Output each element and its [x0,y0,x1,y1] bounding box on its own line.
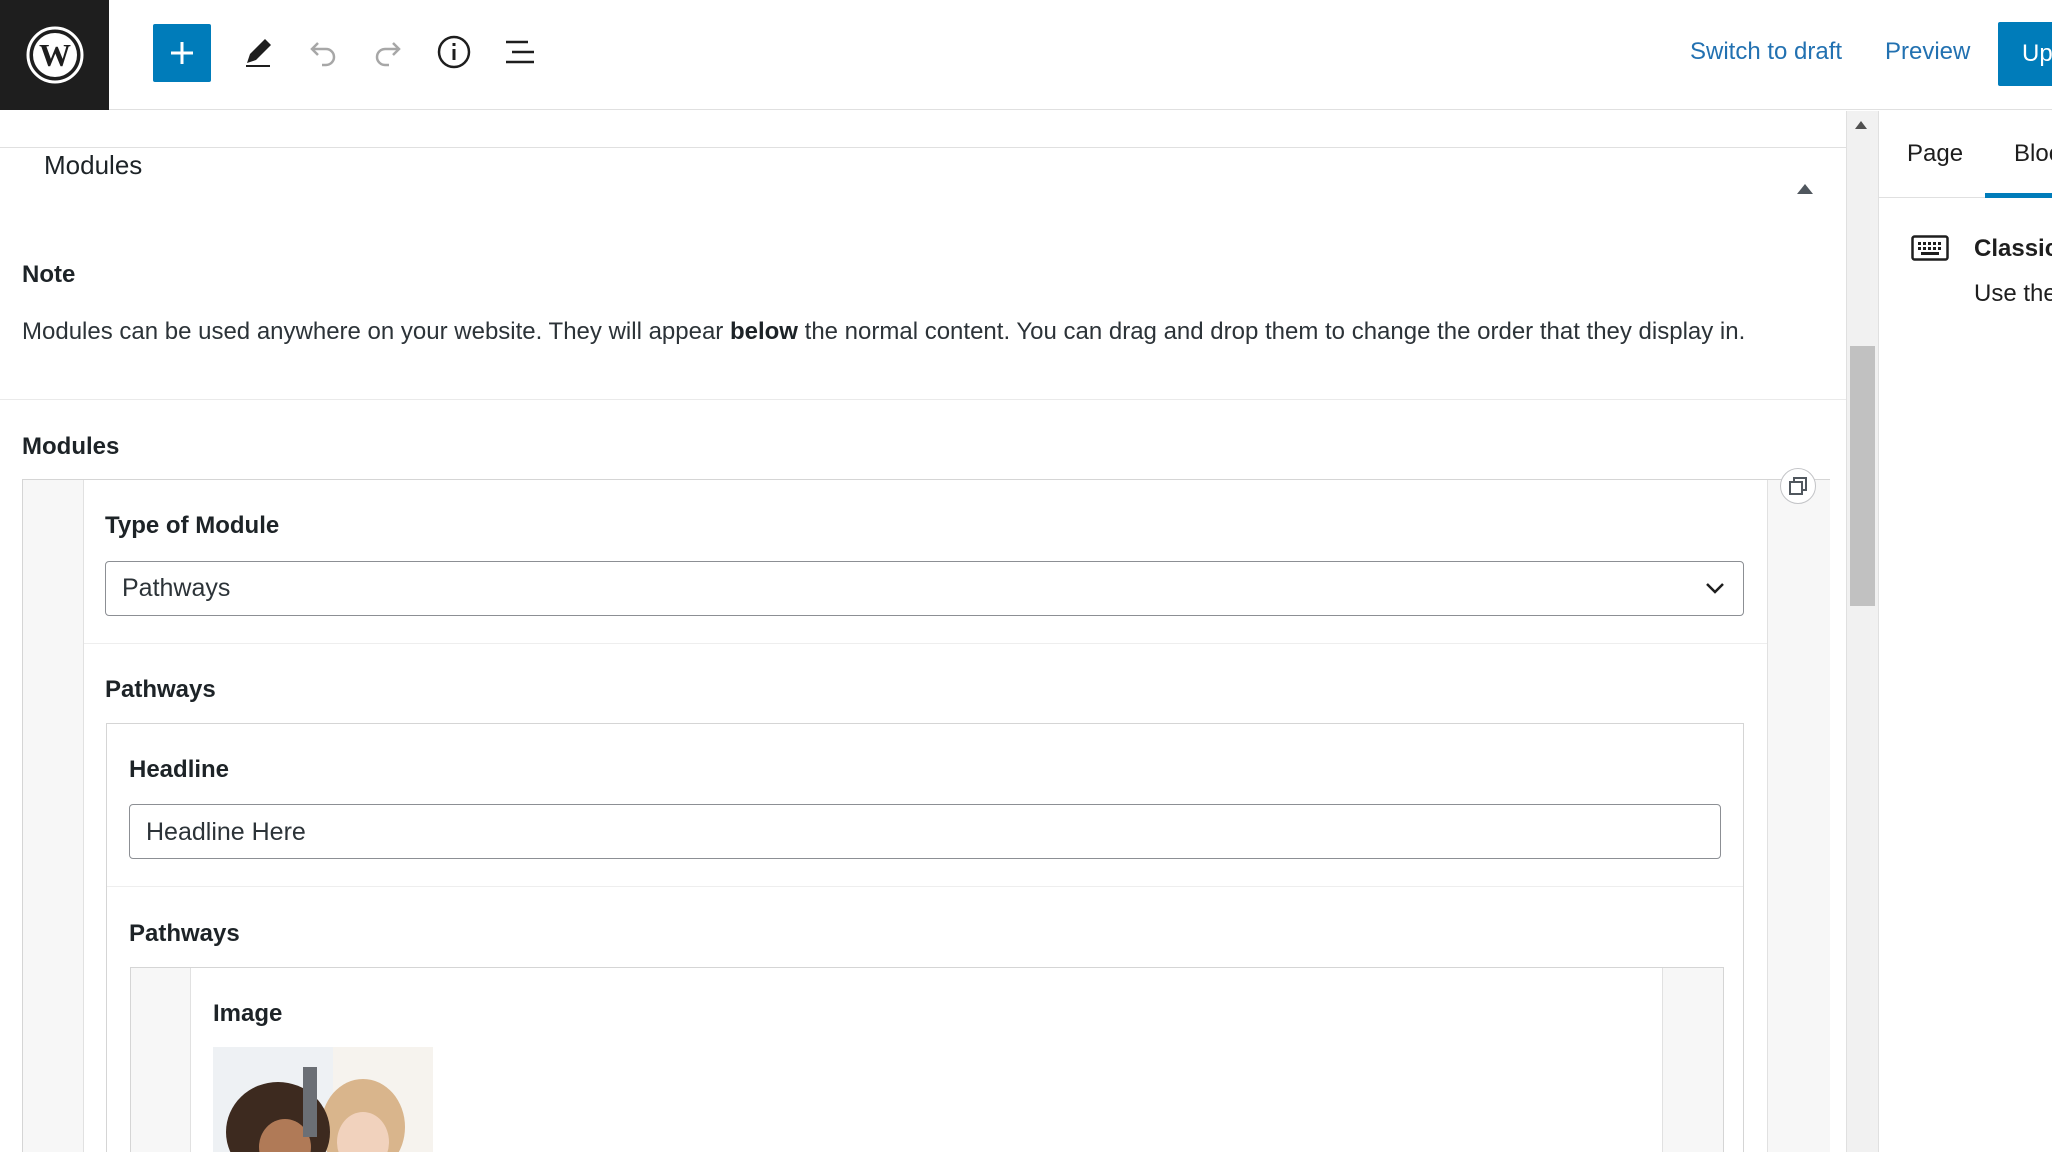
tab-page[interactable]: Page [1907,140,1963,168]
headline-input[interactable]: Headline Here [129,804,1721,859]
note-text-part: the normal content. You can drag and dro… [797,318,1746,345]
switch-to-draft-button[interactable]: Switch to draft [1690,38,1842,66]
list-view-icon[interactable] [490,22,550,82]
pencil-icon[interactable] [228,22,288,82]
scroll-up-arrow-icon[interactable] [1855,121,1867,129]
type-of-module-label: Type of Module [105,512,280,539]
active-tab-indicator [1985,193,2052,198]
info-icon[interactable] [424,22,484,82]
pathways-label: Pathways [129,920,240,947]
collapse-arrow-icon[interactable] [1797,184,1813,194]
redo-icon[interactable] [358,22,418,82]
add-block-button[interactable] [153,24,211,82]
type-of-module-value: Pathways [122,574,231,602]
note-text-part: Modules can be used anywhere on your web… [22,318,730,345]
update-button[interactable]: Up [1998,22,2052,86]
note-label: Note [22,261,76,288]
editor-scrollbar[interactable] [1846,111,1878,1152]
row-actions-column [1768,480,1830,1152]
svg-text:W: W [39,37,71,73]
note-text-bold: below [729,318,798,345]
duplicate-icon[interactable] [1780,468,1816,504]
scrollbar-thumb[interactable] [1850,346,1875,606]
chevron-down-icon [1703,576,1727,607]
block-card-description: Use the [1974,280,2052,307]
pathways-group-label: Pathways [105,676,216,703]
modules-label: Modules [22,433,120,460]
editor-top-strip [0,111,1846,148]
metabox-header[interactable] [0,148,1846,234]
pathway-image-thumbnail[interactable] [213,1047,433,1152]
settings-sidebar: Page Bloc Classic Use the [1878,111,2052,1152]
note-text: Modules can be used anywhere on your web… [22,318,1745,346]
wordpress-logo-icon[interactable]: W [0,0,109,110]
image-label: Image [213,1000,283,1027]
editor-app: W Switch to draft Preview Up Modules Not… [0,0,2052,1152]
block-card-title: Classic [1974,235,2052,262]
drag-handle[interactable] [23,480,84,1152]
preview-button[interactable]: Preview [1885,38,1970,66]
undo-icon[interactable] [293,22,353,82]
divider [107,886,1743,887]
type-of-module-select[interactable]: Pathways [105,561,1744,616]
metabox-title: Modules [44,150,143,180]
sidebar-tabs: Page Bloc [1879,111,2052,198]
divider [84,643,1767,644]
divider [0,399,1846,400]
top-toolbar: W Switch to draft Preview Up [0,0,2052,110]
tab-block[interactable]: Bloc [2014,140,2052,168]
drag-handle[interactable] [131,968,191,1152]
headline-label: Headline [129,756,230,783]
keyboard-icon [1911,235,1949,266]
